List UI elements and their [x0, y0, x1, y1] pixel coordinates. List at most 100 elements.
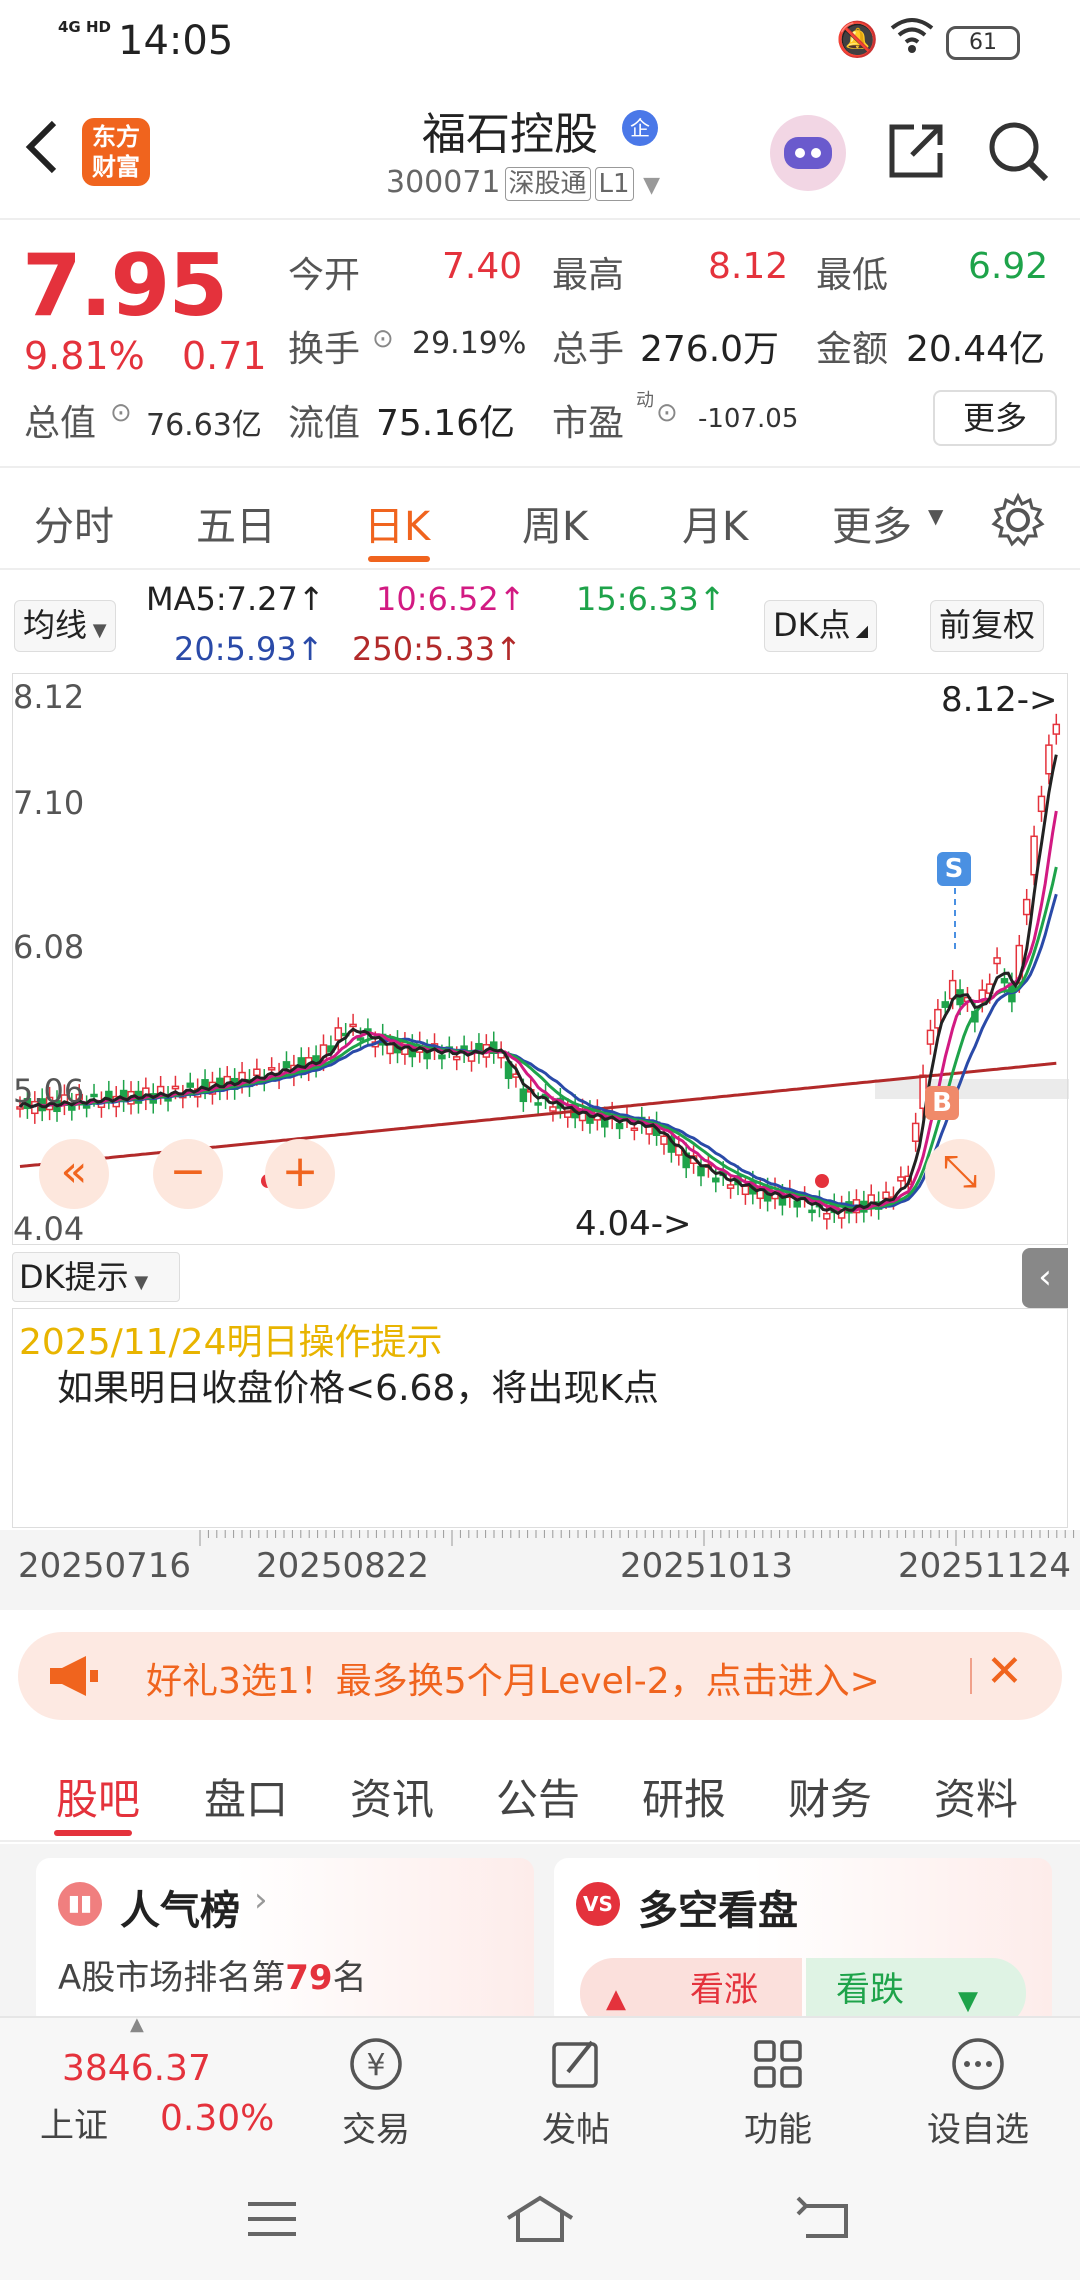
robot-avatar-icon[interactable]	[770, 115, 846, 191]
total-value-label: 总值	[24, 403, 97, 444]
candle-body	[171, 1085, 180, 1090]
amount-value: 20.44亿	[906, 329, 1046, 370]
status-bar: 4G HD 14:05 🔕 61	[0, 0, 1080, 85]
battery-indicator: 61	[946, 26, 1020, 60]
nav-functions[interactable]: 功能	[718, 2034, 838, 2151]
candle-body	[186, 1082, 194, 1088]
share-icon[interactable]	[884, 119, 948, 187]
dk-point-button[interactable]: DK点 ◢	[764, 600, 878, 652]
adjustment-button[interactable]: 前复权	[930, 600, 1045, 652]
tab-news[interactable]: 资讯	[350, 1766, 434, 1827]
volume-label: 总手	[552, 329, 625, 370]
dk-tip-selector[interactable]: DK提示 ▼	[12, 1252, 180, 1302]
info-icon[interactable]: ⊙	[372, 324, 394, 354]
close-icon[interactable]: ✕	[986, 1646, 1023, 1697]
pe-value: -107.05	[698, 404, 799, 434]
candle-body	[741, 1185, 750, 1196]
pe-superscript: 动	[636, 390, 654, 411]
up-arrow-icon: ▲	[130, 2014, 144, 2035]
chart-period-tabs: 分时 五日 日K 周K 月K 更多 ▼	[0, 470, 1080, 570]
menu-icon[interactable]	[244, 2194, 300, 2248]
candle-body	[1000, 978, 1009, 984]
system-nav-bar	[0, 2164, 1080, 2280]
candle-body	[1037, 795, 1046, 813]
home-icon[interactable]	[504, 2192, 576, 2250]
popularity-rank: 79	[285, 1958, 333, 1998]
ma10-label: 10:6.52↑	[376, 580, 526, 618]
back-nav-icon[interactable]	[796, 2194, 852, 2248]
sell-signal-marker[interactable]: S	[937, 852, 971, 886]
bull-bear-card[interactable]: VS 多空看盘 ▲ 看涨 看跌 ▼	[554, 1858, 1052, 2028]
nav-trade[interactable]: ¥ 交易	[316, 2034, 436, 2151]
dk-tip-date: 2025/11/24明日操作提示	[19, 1322, 443, 1363]
dk-tip-text: 如果明日收盘价格<6.68，将出现K点	[57, 1368, 659, 1409]
date-label: 20250822	[256, 1546, 430, 1586]
stock-header: 东方 财富 福石控股 企 300071 深股通 L1 ▼	[0, 85, 1080, 220]
tab-profile[interactable]: 资料	[934, 1766, 1018, 1827]
low-label: 最低	[816, 255, 889, 296]
tab-weekly-k[interactable]: 周K	[522, 494, 588, 552]
chart-icon: ▮▮	[58, 1882, 102, 1926]
candle-body	[452, 1056, 461, 1061]
promo-text: 好礼3选1！最多换5个月Level-2，点击进入>	[146, 1661, 880, 1702]
candle-body	[519, 1088, 528, 1103]
nav-add-watchlist[interactable]: 设自选	[918, 2034, 1038, 2151]
more-quote-button[interactable]: 更多	[933, 390, 1057, 446]
stock-code-row: 300071 深股通 L1 ▼	[386, 165, 660, 201]
tab-finance[interactable]: 财务	[788, 1766, 872, 1827]
tab-guba[interactable]: 股吧	[56, 1766, 140, 1827]
chevron-right-icon: ›	[254, 1880, 268, 1920]
fullscreen-button[interactable]: ⤡	[925, 1139, 995, 1209]
back-icon[interactable]	[22, 117, 62, 181]
y-tick-label: 7.10	[13, 784, 85, 822]
edit-icon	[516, 2034, 636, 2094]
candle-body	[993, 957, 1001, 965]
zoom-in-button[interactable]: +	[265, 1139, 335, 1209]
chevron-down-icon[interactable]: ▼	[643, 173, 660, 198]
ma250-label: 250:5.33↑	[352, 630, 522, 668]
collapse-panel-icon[interactable]: ‹	[1022, 1248, 1068, 1308]
y-tick-label: 8.12	[13, 678, 85, 716]
tab-announcements[interactable]: 公告	[496, 1766, 580, 1827]
gear-icon[interactable]	[990, 492, 1046, 552]
tag-level: L1	[594, 167, 634, 201]
y-tick-label: 5.06	[13, 1072, 85, 1110]
zoom-out-button[interactable]: −	[153, 1139, 223, 1209]
candle-body	[253, 1068, 261, 1077]
ma-selector[interactable]: 均线 ▼	[14, 600, 116, 652]
tab-more[interactable]: 更多	[832, 494, 912, 552]
low-price-annotation: 4.04->	[575, 1204, 692, 1244]
buy-signal-marker[interactable]: B	[925, 1086, 959, 1120]
tab-monthly-k[interactable]: 月K	[682, 494, 748, 552]
more-dots-icon	[918, 2034, 1038, 2094]
nav-post[interactable]: 发帖	[516, 2034, 636, 2151]
candle-body	[438, 1054, 446, 1060]
search-icon[interactable]	[986, 119, 1050, 187]
kline-chart[interactable]: 8.12 7.10 6.08 5.06 4.04 8.12-> 4.04-> S…	[12, 673, 1069, 1248]
app-logo: 东方 财富	[82, 118, 150, 186]
svg-text:¥: ¥	[366, 2048, 385, 2083]
promo-banner[interactable]: 好礼3选1！最多换5个月Level-2，点击进入> ✕	[18, 1632, 1062, 1720]
index-widget[interactable]: ▲ 3846.37 上证 0.30%	[0, 2014, 280, 2166]
tab-daily-k[interactable]: 日K	[364, 494, 430, 552]
info-icon[interactable]: ⊙	[110, 398, 132, 428]
index-change: 0.30%	[160, 2098, 275, 2139]
change-amount: 0.71	[182, 334, 267, 378]
candle-body	[1022, 898, 1031, 916]
candle-body	[90, 1093, 98, 1098]
tab-research[interactable]: 研报	[642, 1766, 726, 1827]
scroll-left-button[interactable]: «	[39, 1139, 109, 1209]
tab-intraday[interactable]: 分时	[34, 494, 114, 552]
info-icon[interactable]: ⊙	[656, 398, 678, 428]
bottom-nav: ▲ 3846.37 上证 0.30% ¥ 交易 发帖 功能 设自选	[0, 2014, 1080, 2166]
candle-body	[712, 1177, 720, 1183]
candle-body	[334, 1027, 343, 1041]
candle-body	[793, 1200, 801, 1208]
tab-pankou[interactable]: 盘口	[204, 1766, 288, 1827]
popularity-card[interactable]: ▮▮ 人气榜 › A股市场排名第79名	[36, 1858, 534, 2028]
y-tick-label: 6.08	[13, 928, 85, 966]
y-tick-label: 4.04	[13, 1210, 85, 1248]
candle-body	[534, 1102, 542, 1106]
tab-five-day[interactable]: 五日	[196, 494, 276, 552]
popularity-desc: A股市场排名第79名	[58, 1958, 367, 1998]
